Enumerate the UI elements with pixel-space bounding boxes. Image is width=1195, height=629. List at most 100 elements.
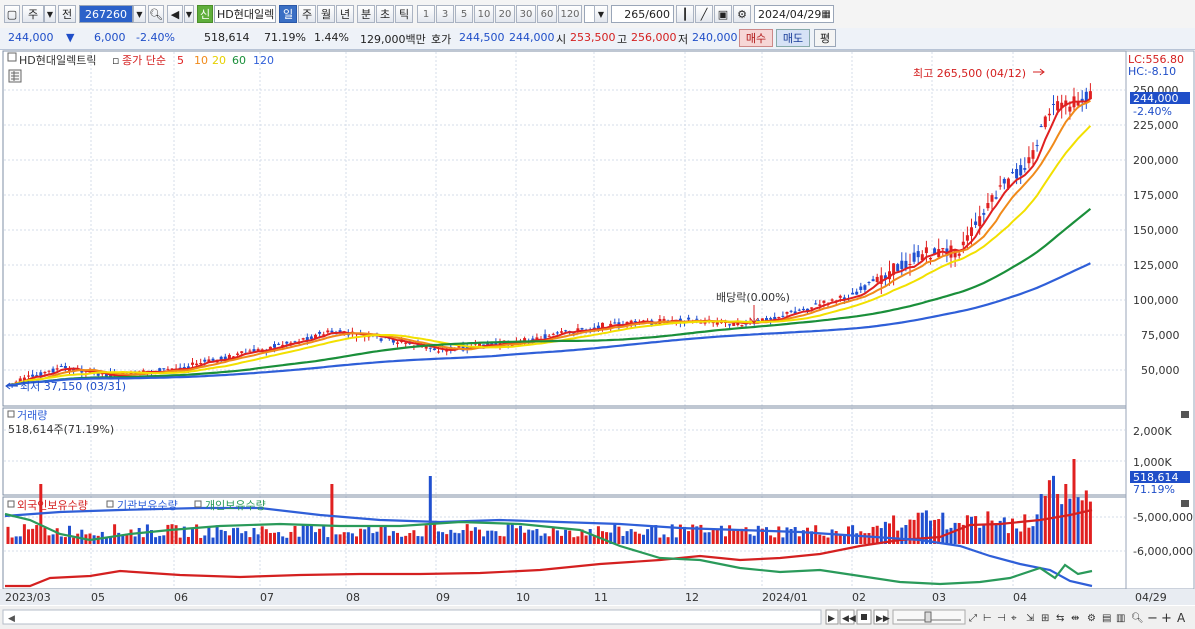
turnover-rate: 1.44% bbox=[314, 31, 349, 44]
market-dropdown-icon[interactable]: ▼ bbox=[44, 5, 56, 23]
zoom-search-icon[interactable]: 🔍︎ bbox=[1131, 612, 1144, 624]
sell-button[interactable]: 매도 bbox=[776, 29, 810, 47]
volume-bar bbox=[629, 529, 633, 544]
candle-body bbox=[551, 333, 555, 335]
candle-body bbox=[613, 322, 617, 324]
period-second[interactable]: 초 bbox=[376, 5, 394, 23]
font-size-icon[interactable]: A bbox=[1177, 611, 1186, 625]
candle-body bbox=[785, 311, 789, 314]
candle-body bbox=[986, 203, 990, 209]
candle-body bbox=[1031, 150, 1035, 159]
expand-tool-icon[interactable]: ⇲ bbox=[1026, 613, 1035, 624]
market-button[interactable]: 주 bbox=[22, 5, 44, 23]
candle-body bbox=[51, 368, 55, 373]
interval-1[interactable]: 1 bbox=[417, 5, 435, 23]
custom-interval-dropdown-icon[interactable]: ▼ bbox=[594, 5, 608, 23]
split-tool-icon[interactable]: ⇹ bbox=[1071, 613, 1079, 624]
save-icon[interactable]: ▣ bbox=[714, 5, 732, 23]
interval-20[interactable]: 20 bbox=[495, 5, 515, 23]
volume-bar bbox=[301, 524, 305, 544]
stock-tag-badge: 신 bbox=[197, 5, 213, 23]
period-day[interactable]: 일 bbox=[279, 5, 297, 23]
pan-tool-icon[interactable]: ⤢ bbox=[969, 613, 977, 624]
settings-tool-icon[interactable]: ⚙ bbox=[1087, 613, 1096, 624]
buy-button[interactable]: 매수 bbox=[739, 29, 773, 47]
holdings-panel-close-icon[interactable] bbox=[1181, 500, 1189, 507]
marker-tool-icon[interactable]: ⌖ bbox=[1011, 613, 1017, 624]
zoom-out-icon[interactable]: − bbox=[1147, 611, 1158, 626]
layout-tool-icon[interactable]: ▤ bbox=[1102, 613, 1111, 624]
volume-panel-close-icon[interactable] bbox=[1181, 411, 1189, 418]
prev-button[interactable]: 전 bbox=[58, 5, 76, 23]
interval-5[interactable]: 5 bbox=[455, 5, 473, 23]
volume-bar bbox=[215, 525, 219, 544]
volume-bar bbox=[223, 531, 227, 544]
scroll-left-icon[interactable]: ◀ bbox=[8, 614, 15, 624]
overlay-tool-icon[interactable]: ▥ bbox=[1116, 613, 1125, 624]
price-tick-50000: 50,000 bbox=[1141, 364, 1180, 377]
interval-60[interactable]: 60 bbox=[537, 5, 557, 23]
date-input[interactable]: 2024/04/29 ▦ bbox=[754, 5, 834, 23]
code-dropdown-icon[interactable]: ▼ bbox=[133, 5, 146, 23]
volume-bar bbox=[773, 537, 777, 544]
calendar-icon[interactable]: ▦ bbox=[821, 9, 830, 20]
period-tick[interactable]: 틱 bbox=[395, 5, 413, 23]
volume-bar bbox=[707, 532, 711, 544]
draw-tool-icon[interactable]: ╱ bbox=[695, 5, 713, 23]
volume-bar bbox=[797, 536, 801, 544]
measure-tool-icon[interactable]: ⊣ bbox=[997, 613, 1006, 624]
interval-3-label: 3 bbox=[441, 8, 449, 20]
search-icon[interactable]: 🔍︎ bbox=[148, 5, 164, 23]
period-tick-label: 틱 bbox=[398, 8, 410, 21]
speaker-icon[interactable]: ◀ bbox=[167, 5, 183, 23]
interval-30[interactable]: 30 bbox=[516, 5, 536, 23]
holdings-tick-5m: -5,000,000 bbox=[1133, 511, 1193, 524]
zoom-in-icon[interactable]: + bbox=[1161, 611, 1172, 626]
count-input[interactable]: 265/600 bbox=[611, 5, 674, 23]
candle-body bbox=[974, 221, 978, 225]
volume-bar bbox=[281, 536, 285, 544]
volume-bar bbox=[502, 536, 506, 544]
candle-body bbox=[1019, 165, 1023, 176]
candle-icon[interactable]: ┃ bbox=[676, 5, 694, 23]
prev-label: 전 bbox=[61, 8, 73, 21]
hoga-label: 호가 bbox=[431, 33, 452, 46]
interval-120[interactable]: 120 bbox=[558, 5, 582, 23]
volume-bar bbox=[461, 530, 465, 544]
gear-icon[interactable]: ⚙ bbox=[733, 5, 751, 23]
volume-bar bbox=[371, 533, 375, 544]
volume-bar bbox=[555, 530, 559, 544]
eval-button[interactable]: 평 bbox=[814, 29, 836, 47]
low-price: 240,000 bbox=[692, 31, 738, 44]
ask-price: 244,500 bbox=[459, 31, 505, 44]
volume-bar bbox=[724, 536, 727, 544]
horizontal-scrollbar[interactable] bbox=[2, 609, 822, 625]
candle-body bbox=[432, 348, 436, 351]
window-icon[interactable]: ▢ bbox=[4, 5, 20, 23]
candle-body bbox=[867, 282, 871, 284]
compare-tool-icon[interactable]: ⇆ bbox=[1056, 613, 1064, 624]
volume-bar bbox=[527, 529, 531, 544]
interval-3[interactable]: 3 bbox=[436, 5, 454, 23]
volume-bar bbox=[1035, 514, 1039, 544]
stock-code-input[interactable]: 267260 bbox=[79, 5, 133, 23]
interval-10[interactable]: 10 bbox=[474, 5, 494, 23]
date-value: 2024/04/29 bbox=[758, 7, 822, 21]
volume-bar bbox=[793, 527, 797, 544]
volume-bar bbox=[965, 515, 969, 544]
volume-bar bbox=[22, 524, 26, 544]
zoom-slider-handle[interactable] bbox=[924, 611, 932, 623]
volume-value-label: 518,614주(71.19%) bbox=[8, 423, 114, 436]
volume-bar bbox=[268, 532, 272, 544]
period-week[interactable]: 주 bbox=[298, 5, 316, 23]
hc-label: HC:-8.10 bbox=[1128, 65, 1176, 78]
period-year[interactable]: 년 bbox=[336, 5, 354, 23]
period-minute[interactable]: 분 bbox=[357, 5, 375, 23]
grid-tool-icon[interactable]: ⊞ bbox=[1041, 613, 1049, 624]
candle-body bbox=[437, 351, 440, 353]
volume-bar bbox=[982, 524, 986, 544]
speaker-dropdown-icon[interactable]: ▼ bbox=[184, 5, 194, 23]
legend-ma20: 20 bbox=[212, 54, 226, 67]
period-month[interactable]: 월 bbox=[317, 5, 335, 23]
ruler-tool-icon[interactable]: ⊢ bbox=[983, 613, 992, 624]
